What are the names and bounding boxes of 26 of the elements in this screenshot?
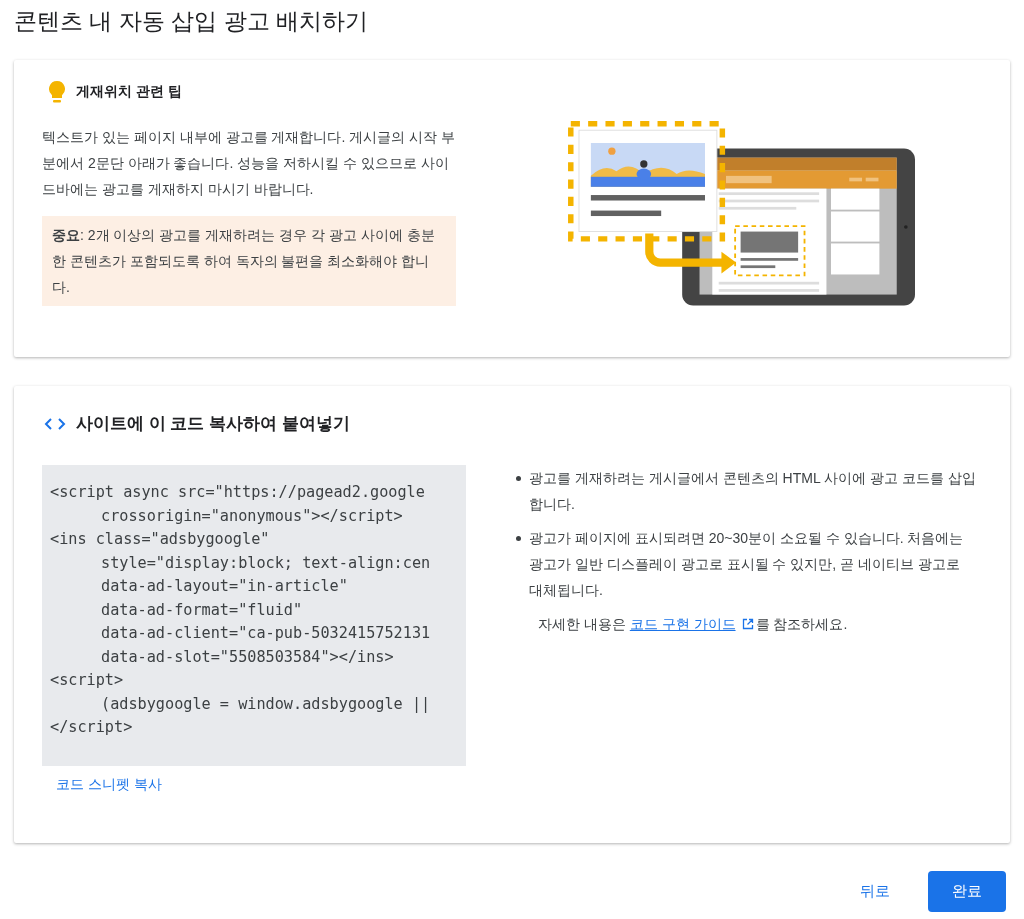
tip-heading: 게재위치 관련 팁 — [76, 83, 182, 101]
code-line: data-ad-client="ca-pub-5032415752131 — [100, 623, 432, 644]
code-heading: 사이트에 이 코드 복사하여 붙여넣기 — [76, 413, 350, 435]
code-line: crossorigin="anonymous"></script> — [100, 505, 404, 527]
done-button[interactable]: 완료 — [928, 871, 1006, 912]
code-line: <script> — [50, 670, 125, 691]
bullet-text: 광고가 페이지에 표시되려면 20~30분이 소요될 수 있습니다. 처음에는 광고가 일반 디스플레이 광고로 표시될 수 있지만, 곧 네이티브 광고로 대체됩니다. — [529, 529, 965, 600]
more-info-text: 자세한 내용은 코드 구현 가이드 를 참조하세요. — [538, 615, 849, 634]
page-title: 콘텐츠 내 자동 삽입 광고 배치하기 — [14, 7, 369, 36]
guide-link[interactable]: 코드 구현 가이드 — [629, 616, 736, 632]
code-line: (adsbygoogle = window.adsbygoogle || — [100, 693, 432, 715]
copy-snippet-link[interactable]: 코드 스니펫 복사 — [56, 776, 162, 794]
external-link-icon — [741, 618, 754, 630]
code-line: <script async src="https://pagead2.google — [50, 482, 426, 503]
tip-text: 텍스트가 있는 페이지 내부에 광고를 게재합니다. 게시글의 시작 부분에서 2문단 아래가 좋습니다. 성능을 저하시킬 수 있으므로 사이드바에는 광고를 게재하지 마시기 바랍니다. — [42, 128, 456, 199]
code-line: style="display:block; text-align:cen — [100, 552, 432, 574]
code-line: data-ad-layout="in-article" — [100, 576, 349, 597]
code-icon — [44, 416, 66, 431]
code-line: data-ad-slot="5508503584"></ins> — [100, 646, 395, 668]
code-line: <ins class="adsbygoogle" — [50, 529, 271, 550]
code-line: </script> — [50, 717, 134, 738]
code-line: data-ad-format="fluid" — [100, 599, 304, 621]
lightbulb-icon — [48, 80, 66, 104]
important-notice: 중요: 2개 이상의 광고를 게재하려는 경우 각 광고 사이에 충분한 콘텐츠가 포함되도록 하여 독자의 불편을 최소화해야 합니다. — [42, 216, 456, 306]
bullet-text: 광고를 게재하려는 게시글에서 콘텐츠의 HTML 사이에 광고 코드를 삽입합니다. — [529, 469, 976, 514]
back-button[interactable]: 뒤로 — [842, 871, 908, 912]
